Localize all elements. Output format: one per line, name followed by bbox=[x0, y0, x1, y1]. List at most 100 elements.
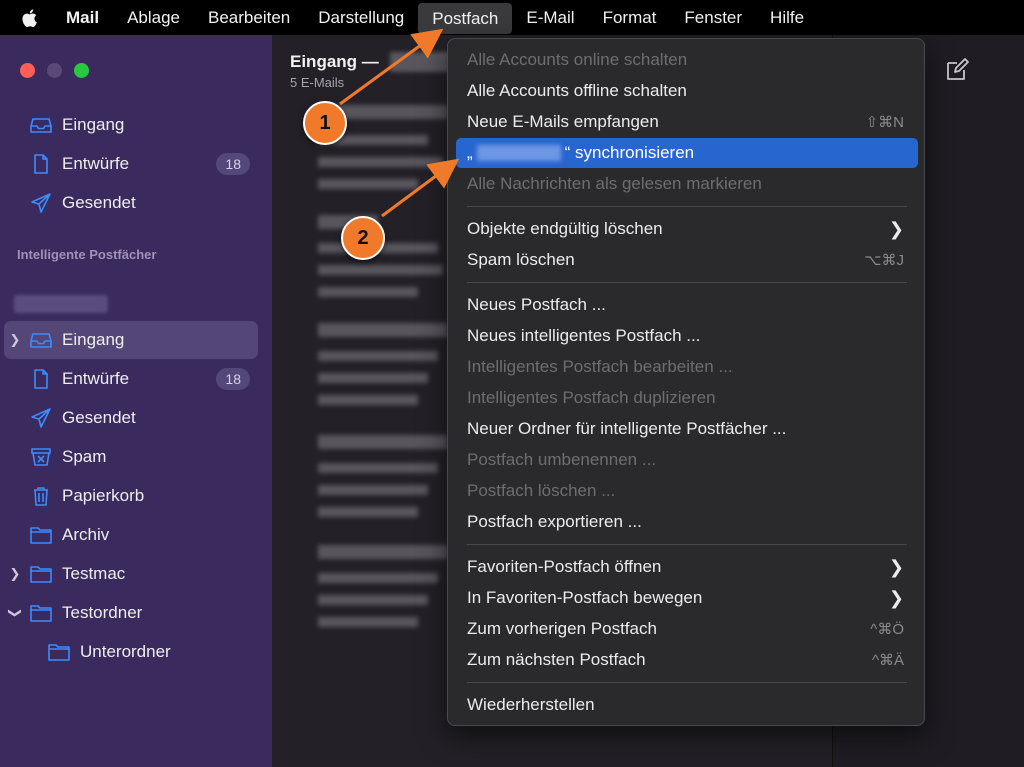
sidebar-item-fav-eingang[interactable]: Eingang bbox=[4, 106, 258, 144]
close-window-button[interactable] bbox=[20, 63, 35, 78]
sidebar-item-label: Gesendet bbox=[62, 193, 136, 212]
chevron-right-icon: ❯ bbox=[888, 218, 904, 239]
menu-item-label: Neues intelligentes Postfach ... bbox=[467, 326, 701, 345]
chevron-down-icon[interactable]: ❯ bbox=[7, 602, 23, 624]
menu-item-label: Zum vorherigen Postfach bbox=[467, 619, 657, 638]
sidebar-item-unterordner[interactable]: Unterordner bbox=[22, 633, 258, 671]
menu-fenster[interactable]: Fenster bbox=[670, 0, 756, 35]
menu-separator bbox=[467, 544, 907, 545]
shortcut-label: ^⌘Ä bbox=[871, 652, 904, 669]
menu-item-label: Alle Accounts offline schalten bbox=[467, 81, 687, 100]
menu-hilfe[interactable]: Hilfe bbox=[756, 0, 818, 35]
sidebar-item-label: Gesendet bbox=[62, 408, 136, 427]
menu-email[interactable]: E-Mail bbox=[512, 0, 588, 35]
sidebar-item-spam[interactable]: Spam bbox=[4, 438, 258, 476]
minimize-window-button[interactable] bbox=[47, 63, 62, 78]
menu-item-label: Neuer Ordner für intelligente Postfächer… bbox=[467, 419, 787, 438]
menu-item-label: Neues Postfach ... bbox=[467, 295, 606, 314]
menu-item-edit-smart-mailbox: Intelligentes Postfach bearbeiten ... bbox=[456, 352, 918, 382]
menu-item-erase-spam[interactable]: Spam löschen ⌥⌘J bbox=[456, 245, 918, 275]
mailbox-title-redacted bbox=[390, 52, 450, 72]
menu-item-mark-all-read: Alle Nachrichten als gelesen markieren bbox=[456, 169, 918, 199]
menu-app-name[interactable]: Mail bbox=[56, 0, 113, 35]
folder-icon bbox=[30, 525, 52, 545]
menu-item-label: Spam löschen bbox=[467, 250, 575, 269]
menu-item-label: Neue E-Mails empfangen bbox=[467, 112, 659, 131]
folder-icon bbox=[30, 564, 52, 584]
chevron-right-icon[interactable]: ❯ bbox=[4, 566, 26, 582]
menu-ablage[interactable]: Ablage bbox=[113, 0, 194, 35]
sidebar-item-entwuerfe[interactable]: Entwürfe 18 bbox=[4, 360, 258, 398]
menu-item-label: Postfach umbenennen ... bbox=[467, 450, 657, 469]
menu-item-new-smart-mailbox[interactable]: Neues intelligentes Postfach ... bbox=[456, 321, 918, 351]
document-icon bbox=[30, 369, 52, 389]
menu-item-label-suffix: “ synchronisieren bbox=[564, 143, 695, 162]
inbox-icon bbox=[30, 330, 52, 350]
paperplane-icon bbox=[30, 193, 52, 213]
sidebar-item-testordner[interactable]: ❯ Testordner bbox=[4, 594, 258, 632]
sidebar-item-fav-gesendet[interactable]: Gesendet bbox=[4, 184, 258, 222]
menu-item-move-to-favorite[interactable]: In Favoriten-Postfach bewegen ❯ bbox=[456, 583, 918, 613]
sidebar-item-label: Entwürfe bbox=[62, 369, 130, 388]
message-row[interactable] bbox=[318, 435, 448, 535]
folder-icon bbox=[30, 603, 52, 623]
menu-item-label: Intelligentes Postfach duplizieren bbox=[467, 388, 716, 407]
sidebar-item-label: Testordner bbox=[62, 603, 143, 622]
inbox-icon bbox=[30, 115, 52, 135]
account-name-redacted bbox=[476, 145, 561, 161]
menu-darstellung[interactable]: Darstellung bbox=[304, 0, 418, 35]
message-row[interactable] bbox=[318, 323, 448, 413]
sidebar-item-gesendet[interactable]: Gesendet bbox=[4, 399, 258, 437]
sidebar-item-label: Testmac bbox=[62, 564, 126, 583]
menu-item-open-favorite[interactable]: Favoriten-Postfach öffnen ❯ bbox=[456, 552, 918, 582]
menu-bearbeiten[interactable]: Bearbeiten bbox=[194, 0, 304, 35]
compose-icon[interactable] bbox=[945, 58, 969, 82]
mailbox-title: Eingang — bbox=[290, 52, 379, 71]
menu-item-erase-deleted[interactable]: Objekte endgültig löschen ❯ bbox=[456, 214, 918, 244]
menu-separator bbox=[467, 206, 907, 207]
menu-item-restore[interactable]: Wiederherstellen bbox=[456, 690, 918, 720]
sidebar-item-eingang[interactable]: ❯ Eingang bbox=[4, 321, 258, 359]
zoom-window-button[interactable] bbox=[74, 63, 89, 78]
sidebar-item-label: Spam bbox=[62, 447, 107, 466]
chevron-right-icon: ❯ bbox=[888, 556, 904, 577]
menu-item-label: Objekte endgültig löschen bbox=[467, 219, 663, 238]
menu-item-label: Wiederherstellen bbox=[467, 695, 595, 714]
sidebar-item-label: Eingang bbox=[62, 115, 125, 134]
menu-item-label: Alle Accounts online schalten bbox=[467, 50, 688, 69]
section-title-smart-mailboxes: Intelligente Postfächer bbox=[17, 247, 157, 262]
menu-item-label: Postfach exportieren ... bbox=[467, 512, 642, 531]
step-marker-1: 1 bbox=[303, 101, 347, 145]
sidebar-item-fav-entwuerfe[interactable]: Entwürfe 18 bbox=[4, 145, 258, 183]
menu-item-new-mailbox[interactable]: Neues Postfach ... bbox=[456, 290, 918, 320]
paperplane-icon bbox=[30, 408, 52, 428]
message-row[interactable] bbox=[318, 545, 448, 645]
sidebar-item-label: Papierkorb bbox=[62, 486, 145, 505]
chevron-right-icon[interactable]: ❯ bbox=[4, 332, 26, 348]
menu-item-synchronize[interactable]: „ “ synchronisieren bbox=[456, 138, 918, 168]
sidebar-item-testmac[interactable]: ❯ Testmac bbox=[4, 555, 258, 593]
window-controls bbox=[20, 63, 89, 78]
menu-item-new-smart-folder[interactable]: Neuer Ordner für intelligente Postfächer… bbox=[456, 414, 918, 444]
shortcut-label: ⌥⌘J bbox=[864, 252, 904, 269]
menu-separator bbox=[467, 682, 907, 683]
chevron-right-icon: ❯ bbox=[888, 587, 904, 608]
menu-format[interactable]: Format bbox=[589, 0, 671, 35]
shortcut-label: ^⌘Ö bbox=[870, 621, 904, 638]
sidebar-item-label: Unterordner bbox=[80, 642, 171, 661]
menu-postfach[interactable]: Postfach bbox=[418, 3, 513, 34]
menu-item-previous-mailbox[interactable]: Zum vorherigen Postfach ^⌘Ö bbox=[456, 614, 918, 644]
menu-item-all-offline[interactable]: Alle Accounts offline schalten bbox=[456, 76, 918, 106]
menu-item-receive-mail[interactable]: Neue E-Mails empfangen ⇧⌘N bbox=[456, 107, 918, 137]
sidebar: Eingang Entwürfe 18 Gesendet Intelligent… bbox=[0, 35, 272, 767]
sidebar-item-archiv[interactable]: Archiv bbox=[4, 516, 258, 554]
sidebar-item-papierkorb[interactable]: Papierkorb bbox=[4, 477, 258, 515]
shortcut-label: ⇧⌘N bbox=[865, 114, 904, 131]
document-icon bbox=[30, 154, 52, 174]
menu-item-rename-mailbox: Postfach umbenennen ... bbox=[456, 445, 918, 475]
menu-item-label: In Favoriten-Postfach bewegen bbox=[467, 588, 703, 607]
menu-item-export-mailbox[interactable]: Postfach exportieren ... bbox=[456, 507, 918, 537]
menu-item-next-mailbox[interactable]: Zum nächsten Postfach ^⌘Ä bbox=[456, 645, 918, 675]
apple-icon[interactable] bbox=[20, 8, 38, 28]
sidebar-item-label: Entwürfe bbox=[62, 154, 130, 173]
